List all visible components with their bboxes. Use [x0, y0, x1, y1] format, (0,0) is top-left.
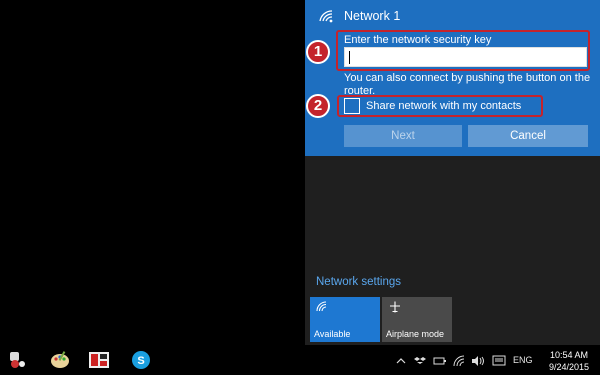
clock[interactable]: 10:54 AM 9/24/2015: [540, 349, 598, 373]
wifi-quick-action[interactable]: Available: [310, 297, 380, 342]
airplane-icon: [390, 301, 400, 313]
volume-icon[interactable]: [471, 354, 485, 368]
airplane-mode-quick-action[interactable]: Airplane mode: [382, 297, 452, 342]
network-tray-icon[interactable]: [453, 354, 467, 368]
action-center-icon[interactable]: [492, 354, 506, 368]
wifi-icon: [316, 301, 327, 312]
svg-text:S: S: [137, 355, 144, 367]
skype-icon[interactable]: S: [130, 349, 152, 371]
show-hidden-icons-chevron-icon[interactable]: [396, 354, 406, 368]
clock-time: 10:54 AM: [549, 350, 589, 360]
annotation-box-2: [337, 95, 543, 117]
dropbox-icon[interactable]: [414, 354, 426, 368]
network-name: Network 1: [344, 9, 401, 23]
battery-icon[interactable]: [433, 354, 447, 368]
network-tool-icon[interactable]: [7, 349, 29, 371]
media-app-icon[interactable]: [88, 349, 110, 371]
annotation-badge-1: 1: [306, 40, 330, 64]
next-button[interactable]: Next: [344, 125, 462, 147]
language-indicator[interactable]: ENG: [513, 355, 533, 369]
paint-icon[interactable]: [49, 349, 71, 371]
clock-date: 9/24/2015: [548, 362, 590, 372]
annotation-box-1: [336, 30, 590, 71]
airplane-mode-label: Airplane mode: [386, 329, 445, 339]
network-panel[interactable]: Network 1 Enter the network security key…: [305, 0, 600, 156]
taskbar: S ENG 10:54 AM 9/24/2015: [0, 345, 600, 375]
cancel-button[interactable]: Cancel: [468, 125, 588, 147]
network-settings-link[interactable]: Network settings: [316, 276, 401, 288]
wifi-icon: [319, 10, 333, 23]
annotation-badge-2: 2: [306, 94, 330, 118]
wifi-quick-action-label: Available: [314, 329, 351, 339]
